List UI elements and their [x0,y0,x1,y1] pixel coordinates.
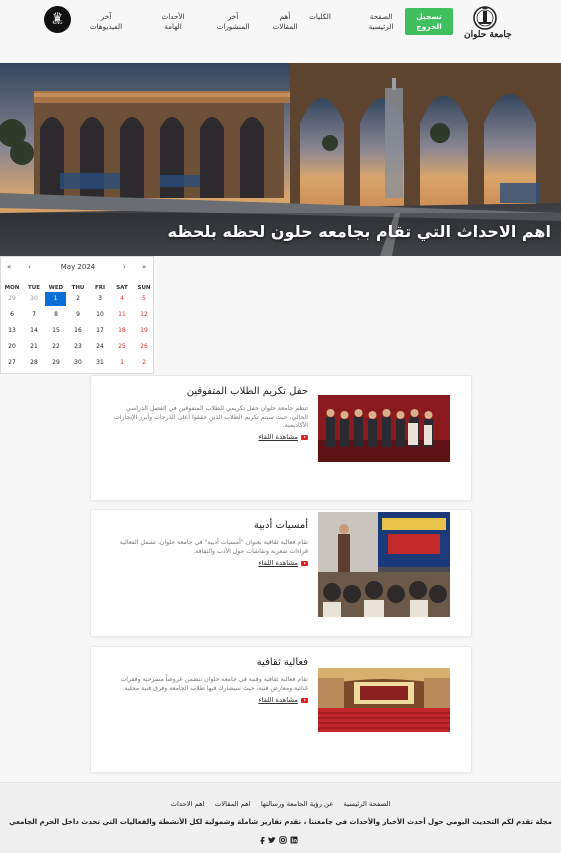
crown-icon[interactable]: ♛ KING [44,6,71,33]
site-footer: الصفحة الرئيسية عن رؤية الجامعة ورسالتها… [0,782,561,853]
nav-top-articles[interactable]: أهم المقالات [268,12,302,32]
calendar-day[interactable]: 19 [133,324,155,338]
footer-tagline: مجلة تقدم لكم التحديث اليومي حول أحدث ال… [9,818,552,826]
event-description: تنظم جامعة حلوان حفل تكريمي للطلاب المتف… [113,405,308,430]
calendar-day[interactable]: 1 [45,292,66,306]
calendar-day[interactable]: 27 [1,356,23,370]
calendar-day[interactable]: 1 [111,356,133,370]
logout-button[interactable]: تسجيل الخروج [405,8,453,35]
event-image-theater[interactable] [318,668,450,732]
youtube-icon [301,434,308,440]
twitter-icon[interactable] [268,836,276,844]
calendar-next-year[interactable]: » [142,263,146,271]
calendar-day[interactable]: 15 [45,324,67,338]
calendar-day[interactable]: 25 [111,340,133,354]
calendar-day[interactable]: 17 [89,324,111,338]
event-card: أمسيات أدبية تقام فعالية ثقافية بعنوان "… [90,509,472,637]
calendar-day[interactable]: 9 [67,308,89,322]
footer-links: الصفحة الرئيسية عن رؤية الجامعة ورسالتها… [0,800,561,808]
weekday-label: SUN [137,285,151,291]
calendar-day[interactable]: 26 [133,340,155,354]
weekday-label: MON [4,285,20,291]
calendar-day[interactable]: 23 [67,340,89,354]
calendar-day[interactable]: 2 [67,292,89,306]
calendar-day[interactable]: 31 [89,356,111,370]
weekday-label: FRI [94,285,106,291]
calendar-day[interactable]: 21 [23,340,45,354]
watch-meeting-link[interactable]: مشاهدة اللقاء [258,696,308,704]
calendar-day[interactable]: 5 [133,292,155,306]
weekday-label: WED [48,285,64,291]
nav-latest-videos[interactable]: آخر الفيديوهات [86,12,126,32]
footer-link-events[interactable]: اهم الاحداث [171,800,205,808]
calendar-day[interactable]: 3 [89,292,111,306]
calendar-day[interactable]: 24 [89,340,111,354]
calendar-day[interactable]: 7 [23,308,45,322]
facebook-icon[interactable] [258,836,266,844]
event-description: تقام فعالية ثقافية بعنوان "أمسيات أدبية"… [119,539,308,555]
youtube-icon [301,560,308,566]
watch-meeting-link[interactable]: مشاهدة اللقاء [258,559,308,567]
calendar-next-month[interactable]: › [123,263,126,271]
calendar-day[interactable]: 29 [1,292,23,306]
event-image-honoring[interactable] [318,395,450,462]
calendar-day[interactable]: 12 [133,308,155,322]
hero-title: اهم الاحداث التي تقام بجامعه حلون لحظه ب… [167,222,551,241]
weekday-label: TUE [28,285,40,291]
event-title: أمسيات أدبية [253,520,308,531]
calendar-day[interactable]: 29 [45,356,67,370]
nav-colleges[interactable]: الكليات [303,12,337,22]
footer-link-home[interactable]: الصفحة الرئيسية [343,800,390,808]
calendar-month-label[interactable]: May 2024 [1,263,155,271]
event-title: فعالية ثقافية [256,657,308,668]
calendar-day[interactable]: 13 [1,324,23,338]
event-title: حفل تكريم الطلاب المتفوقين [186,386,308,397]
calendar-day[interactable]: 11 [111,308,133,322]
youtube-icon [301,697,308,703]
calendar-day[interactable]: 22 [45,340,67,354]
weekday-label: THU [71,285,85,291]
calendar-day[interactable]: 30 [23,292,45,306]
event-image-literary[interactable] [318,512,450,617]
nav-home[interactable]: الصفحة الرئيسية [364,12,398,32]
calendar-day[interactable]: 18 [111,324,133,338]
calendar-day[interactable]: 30 [67,356,89,370]
event-card: فعالية ثقافية تقام فعالية ثقافية وفنية ف… [90,646,472,773]
footer-link-about[interactable]: عن رؤية الجامعة ورسالتها [261,800,333,808]
watch-meeting-link[interactable]: مشاهدة اللقاء [258,433,308,441]
weekday-label: SAT [116,285,128,291]
calendar-day[interactable]: 28 [23,356,45,370]
event-card: حفل تكريم الطلاب المتفوقين تنظم جامعة حل… [90,375,472,501]
calendar-day[interactable]: 8 [45,308,67,322]
instagram-icon[interactable] [279,836,287,844]
calendar-day[interactable]: 10 [89,308,111,322]
site-header: جامعة حلوان تسجيل الخروج الصفحة الرئيسية… [0,0,561,60]
calendar-widget: « ‹ May 2024 › » MON TUE WED THU FRI SAT… [0,256,154,374]
calendar-day[interactable]: 16 [67,324,89,338]
calendar-day[interactable]: 20 [1,340,23,354]
calendar-day[interactable]: 14 [23,324,45,338]
event-description: تقام فعالية ثقافية وفنية في جامعة حلوان … [120,676,308,692]
linkedin-icon[interactable] [290,836,298,844]
logo-text: جامعة حلوان [464,30,512,40]
nav-important-events[interactable]: الأحداث الهامة [156,12,190,32]
nav-latest-posts[interactable]: آخر المنشورات [213,12,253,32]
calendar-day[interactable]: 4 [111,292,133,306]
footer-link-articles[interactable]: اهم المقالات [215,800,251,808]
calendar-day[interactable]: 2 [133,356,155,370]
calendar-day[interactable]: 6 [1,308,23,322]
